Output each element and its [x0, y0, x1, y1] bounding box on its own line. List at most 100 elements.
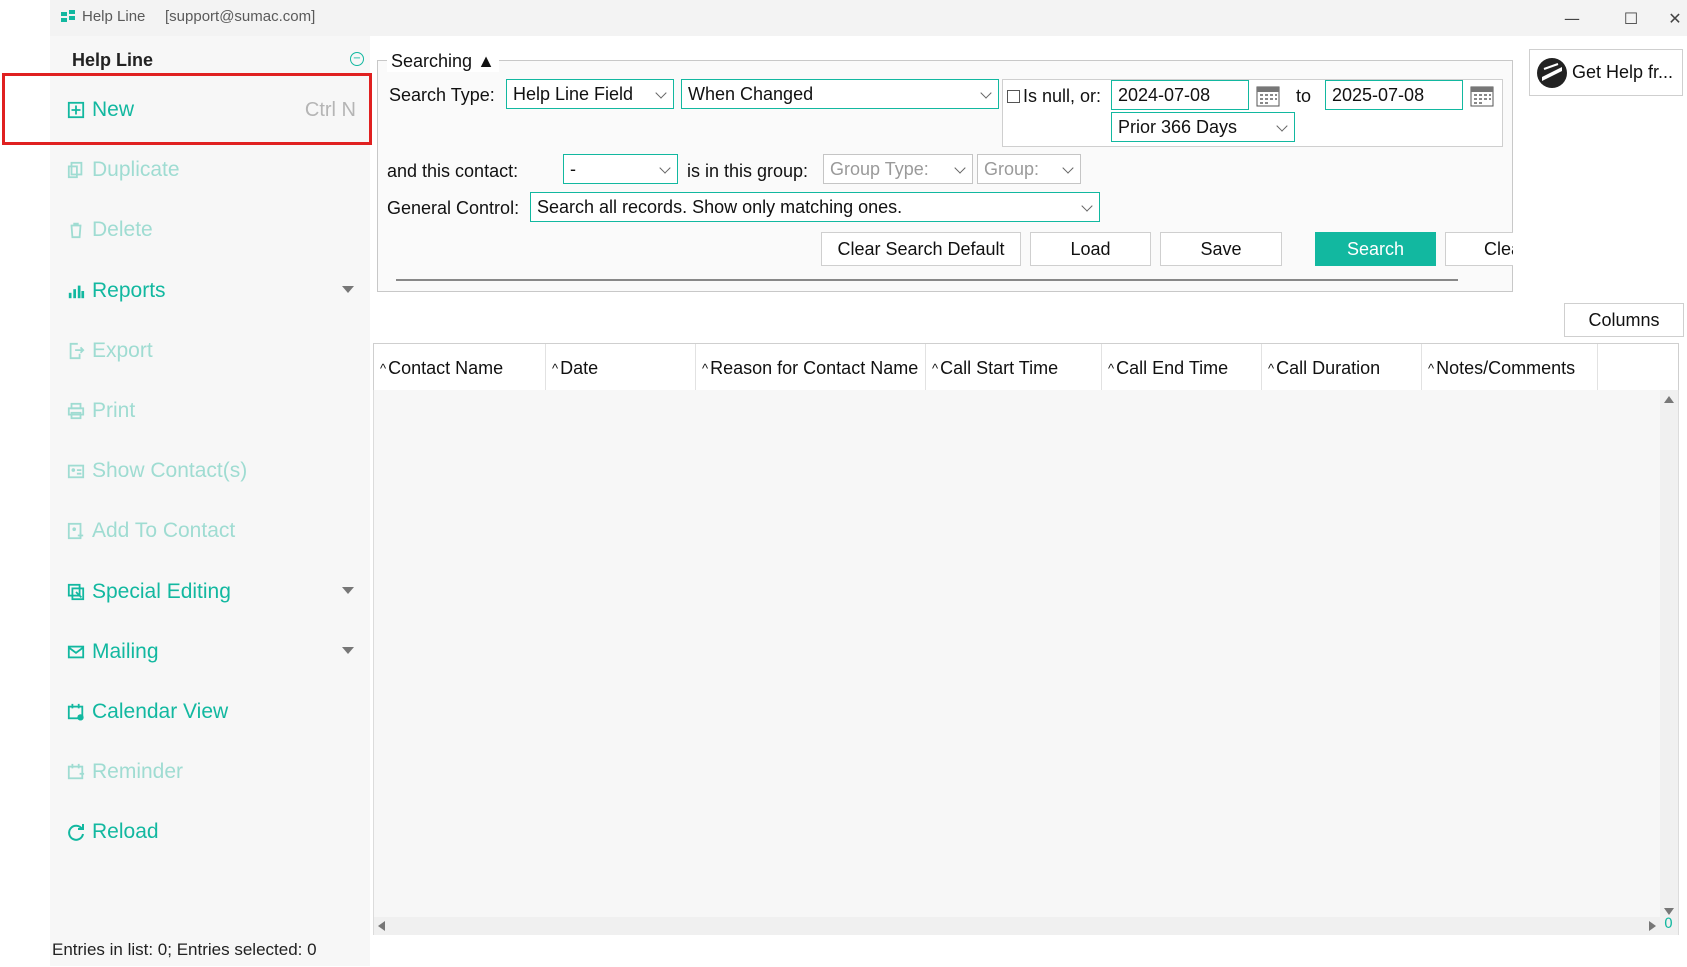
searching-section-header[interactable]: Searching ▲: [387, 51, 499, 72]
clear-search-default-button[interactable]: Clear Search Default: [821, 232, 1021, 266]
is-null-checkbox[interactable]: [1007, 90, 1020, 103]
sidebar-header: Help Line: [72, 50, 154, 70]
general-control-value: Search all records. Show only matching o…: [537, 196, 903, 217]
sidebar-item-reports[interactable]: Reports: [66, 269, 356, 313]
save-button[interactable]: Save: [1160, 232, 1282, 266]
special-edit-icon: [66, 582, 86, 602]
sort-caret-icon: ^: [1428, 360, 1435, 376]
load-button[interactable]: Load: [1030, 232, 1151, 266]
column-header-contact-name[interactable]: ^ Contact Name: [374, 344, 546, 392]
chevron-down-icon: [655, 87, 667, 99]
date-from-input[interactable]: 2024-07-08: [1111, 80, 1249, 110]
get-help-button[interactable]: Get Help fr...: [1529, 49, 1683, 96]
account-label: [support@sumac.com]: [165, 8, 316, 25]
search-type-label: Search Type:: [389, 85, 495, 105]
sidebar-item-reminder: Reminder: [66, 750, 356, 794]
sidebar-item-label: Delete: [92, 218, 153, 242]
column-header-call-end-time[interactable]: ^ Call End Time: [1102, 344, 1262, 392]
sidebar-item-mailing[interactable]: Mailing: [66, 630, 356, 674]
sidebar-item-label: Export: [92, 338, 153, 362]
reload-icon: [66, 822, 86, 842]
scroll-right-icon[interactable]: [1649, 921, 1656, 931]
sidebar: Help Line − New Ctrl N Duplicate Delete Repo…: [50, 36, 370, 966]
dropdown-caret-icon[interactable]: [342, 285, 354, 293]
column-label: Contact Name: [388, 357, 504, 378]
sidebar-item-reload[interactable]: Reload: [66, 810, 356, 854]
sidebar-item-add-to-contact: Add To Contact: [66, 509, 356, 553]
column-header-date[interactable]: ^ Date: [546, 344, 696, 392]
sidebar-item-label: Mailing: [92, 639, 159, 663]
searching-label: Searching: [391, 51, 473, 71]
date-range-select[interactable]: Prior 366 Days: [1111, 112, 1295, 142]
scroll-left-icon[interactable]: [378, 921, 385, 931]
sidebar-item-calendar-view[interactable]: Calendar View: [66, 690, 356, 734]
column-label: Reason for Contact Name: [710, 357, 919, 378]
column-label: Call Start Time: [940, 357, 1059, 378]
search-button[interactable]: Search: [1315, 232, 1436, 266]
column-header-call-start-time[interactable]: ^ Call Start Time: [926, 344, 1102, 392]
trash-icon: [66, 220, 86, 240]
printer-icon: [66, 401, 86, 421]
clear-button[interactable]: Clea: [1445, 232, 1513, 266]
group-type-placeholder: Group Type:: [830, 158, 929, 179]
date-to-value: 2025-07-08: [1332, 84, 1425, 105]
horizontal-scrollbar[interactable]: [396, 279, 1458, 281]
sidebar-item-label: Reports: [92, 278, 166, 302]
mail-icon: [66, 642, 86, 662]
maximize-button[interactable]: ☐: [1604, 0, 1658, 36]
calendar-picker-icon[interactable]: [1470, 85, 1494, 107]
group-type-select[interactable]: Group Type:: [823, 154, 973, 184]
columns-button[interactable]: Columns: [1564, 303, 1684, 337]
export-icon: [66, 341, 86, 361]
chevron-down-icon: [659, 162, 671, 174]
sidebar-item-print: Print: [66, 389, 356, 433]
sort-caret-icon: ^: [380, 360, 387, 376]
vertical-scrollbar[interactable]: [1660, 390, 1678, 935]
app-logo-icon: [61, 10, 75, 22]
table-header: ^ Contact Name ^ Date ^ Reason for Contact Na…: [373, 343, 1679, 392]
bar-chart-icon: [66, 281, 86, 301]
is-null-label: Is null, or:: [1023, 86, 1102, 106]
table-body: 0: [373, 390, 1679, 935]
group-select[interactable]: Group:: [977, 154, 1081, 184]
general-control-select[interactable]: Search all records. Show only matching o…: [530, 192, 1100, 222]
minimize-button[interactable]: —: [1545, 0, 1599, 36]
window-title: Help Line: [82, 8, 146, 25]
sort-caret-icon: ^: [552, 360, 559, 376]
collapse-sidebar-icon[interactable]: −: [350, 52, 364, 66]
dropdown-caret-icon[interactable]: [342, 646, 354, 654]
search-type-select[interactable]: Help Line Field: [506, 79, 674, 109]
column-header-reason-for-contact-name[interactable]: ^ Reason for Contact Name: [696, 344, 926, 392]
date-to-input[interactable]: 2025-07-08: [1325, 80, 1463, 110]
contact-value: -: [570, 158, 576, 179]
sidebar-item-label: Special Editing: [92, 579, 231, 603]
calendar-picker-icon[interactable]: [1256, 85, 1280, 107]
column-header-notes-comments[interactable]: ^ Notes/Comments: [1422, 344, 1598, 392]
sidebar-item-special-editing[interactable]: Special Editing: [66, 570, 356, 614]
column-header-call-duration[interactable]: ^ Call Duration: [1262, 344, 1422, 392]
search-panel: Search Type: Help Line Field When Change…: [377, 60, 1513, 292]
collapse-triangle-icon[interactable]: ▲: [477, 51, 495, 71]
calendar-icon: [66, 702, 86, 722]
close-button[interactable]: ✕: [1663, 0, 1687, 36]
sort-caret-icon: ^: [932, 360, 939, 376]
sort-caret-icon: ^: [1268, 360, 1275, 376]
sort-caret-icon: ^: [1108, 360, 1115, 376]
sidebar-item-label: Duplicate: [92, 158, 180, 182]
chevron-down-icon: [954, 162, 966, 174]
general-control-label: General Control:: [387, 198, 520, 218]
sort-caret-icon: ^: [702, 360, 709, 376]
dropdown-caret-icon[interactable]: [342, 586, 354, 594]
date-range-value: Prior 366 Days: [1118, 116, 1238, 137]
status-bar: Entries in list: 0; Entries selected: 0: [52, 940, 317, 959]
scroll-down-icon[interactable]: [1664, 908, 1674, 915]
group-placeholder: Group:: [984, 158, 1040, 179]
chevron-down-icon: [980, 87, 992, 99]
highlight-box: [2, 73, 372, 145]
contact-select[interactable]: -: [563, 154, 678, 184]
help-logo-icon: [1537, 57, 1567, 88]
field-select[interactable]: When Changed: [681, 79, 999, 109]
scroll-up-icon[interactable]: [1664, 396, 1674, 403]
chevron-down-icon: [1062, 162, 1074, 174]
table-horizontal-scrollbar[interactable]: [374, 917, 1662, 935]
